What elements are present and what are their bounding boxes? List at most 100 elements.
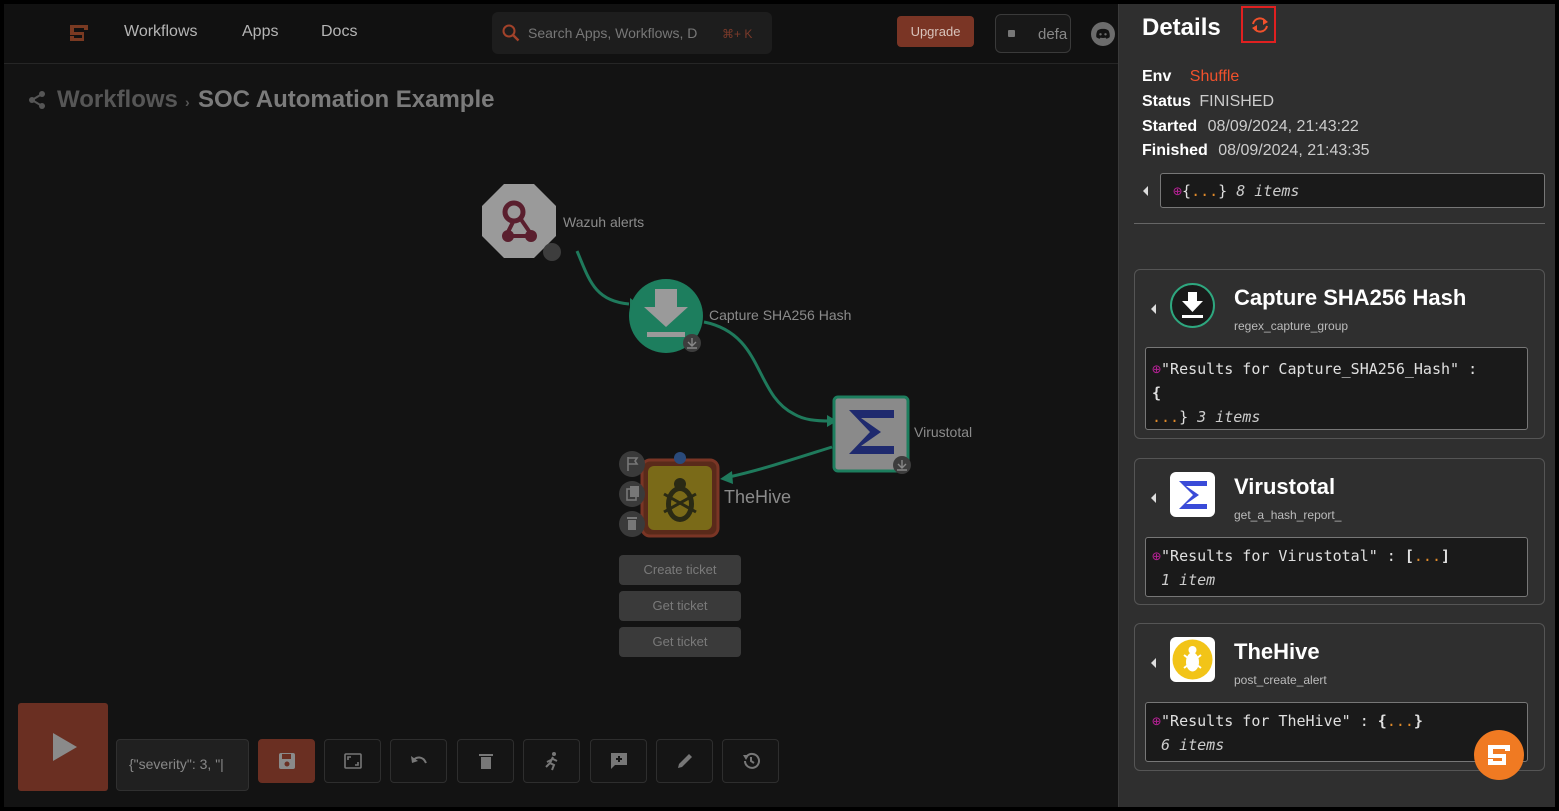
save-button[interactable] [258,739,315,783]
discord-icon[interactable] [1091,22,1115,46]
node-delete-button[interactable] [619,511,645,537]
shuffle-logo-icon [1488,745,1510,765]
sigma-icon [1170,472,1215,517]
trash-icon [627,517,637,530]
help-chat-button[interactable] [1474,730,1524,780]
status-value: FINISHED [1199,93,1275,110]
search-icon [502,24,520,42]
json-key: "Results for Capture_SHA256_Hash" [1161,360,1460,378]
json-item-count: 3 items [1197,408,1261,426]
result-action: regex_capture_group [1234,319,1349,333]
add-icon[interactable]: ⊕ [1152,547,1161,565]
pencil-icon [678,754,692,768]
json-brace-open: { [1182,182,1192,200]
env-label: Env [1142,68,1172,85]
finished-row: Finished 08/09/2024, 21:43:35 [1142,142,1369,160]
status-label: Status [1142,93,1191,110]
result-action: post_create_alert [1234,673,1327,687]
download-icon [1170,283,1215,328]
comment-add-icon [611,753,627,769]
org-icon [1008,30,1015,37]
undo-icon [411,756,427,764]
edge-virustotal-thehive [728,445,833,479]
add-icon[interactable]: ⊕ [1152,712,1161,730]
execution-details-panel: Details Env Shuffle Status FINISHED Star… [1118,4,1555,807]
node-flag-button[interactable] [619,451,645,477]
finished-label: Finished [1142,142,1208,159]
edge-arrow-thehive [720,471,733,484]
rerun-button[interactable] [1241,6,1276,43]
result-action: get_a_hash_report_ [1234,508,1342,522]
node-thehive[interactable] [640,452,720,538]
json-item-count: 1 item [1161,571,1216,589]
node-virustotal[interactable] [832,395,911,474]
create-ticket-button[interactable]: Create ticket [619,555,741,585]
delete-button[interactable] [457,739,514,783]
nav-link-workflows[interactable]: Workflows [124,23,198,41]
test-run-button[interactable] [523,739,580,783]
save-icon [279,753,295,769]
edge-wazuh-capture [575,250,630,306]
json-key: "Results for TheHive" [1161,712,1351,730]
node-copy-button[interactable] [619,481,645,507]
get-ticket-button[interactable]: Get ticket [619,591,741,621]
fit-view-button[interactable] [324,739,381,783]
history-button[interactable] [722,739,779,783]
org-name: defa [1038,26,1068,43]
divider [1134,223,1545,224]
node-label-thehive: TheHive [724,487,792,507]
add-icon[interactable]: ⊕ [1173,182,1182,200]
panel-title: Details [1142,14,1221,41]
nav-link-apps[interactable]: Apps [242,23,278,41]
execution-json-viewer[interactable]: ⊕{...} 8 items [1160,173,1545,208]
started-label: Started [1142,118,1198,135]
status-row: Status FINISHED [1142,93,1274,111]
search-shortcut: ⌘+ K [722,27,753,41]
execution-argument-input[interactable]: {"severity": 3, "| [116,739,249,791]
collapse-caret-icon[interactable] [1151,304,1156,314]
undo-button[interactable] [390,739,447,783]
running-person-icon [545,752,558,771]
add-comment-button[interactable] [590,739,647,783]
fit-screen-icon [344,753,362,769]
result-json-viewer[interactable]: ⊕"Results for TheHive" : {...} 6 items [1145,702,1528,762]
collapse-caret-icon[interactable] [1151,658,1156,668]
env-value[interactable]: Shuffle [1190,68,1240,85]
env-row: Env Shuffle [1142,68,1239,86]
node-wazuh-alerts[interactable] [482,184,561,261]
thehive-bee-icon [1170,637,1215,682]
collapse-caret-icon[interactable] [1151,493,1156,503]
result-title: Capture SHA256 Hash [1234,285,1467,310]
shuffle-logo-icon[interactable] [68,22,90,44]
json-item-count: 6 items [1161,736,1225,754]
result-card-capture-sha256: Capture SHA256 Hash regex_capture_group … [1134,269,1545,439]
copy-icon [626,486,639,501]
workflow-canvas[interactable]: Wazuh alerts Capture SHA256 Hash Virusto… [4,64,1118,807]
app-window: Workflows Apps Docs Search Apps, Workflo… [4,4,1555,807]
upgrade-button[interactable]: Upgrade [897,16,974,47]
result-card-virustotal: Virustotal get_a_hash_report_ ⊕"Results … [1134,458,1545,605]
search-bar[interactable]: Search Apps, Workflows, D ⌘+ K [492,12,772,54]
node-label-wazuh: Wazuh alerts [563,214,645,230]
result-json-viewer[interactable]: ⊕"Results for Virustotal" : [...] 1 item [1145,537,1528,597]
started-row: Started 08/09/2024, 21:43:22 [1142,118,1359,136]
flag-icon [627,457,639,471]
refresh-icon [1252,17,1268,33]
get-ticket-button-2[interactable]: Get ticket [619,627,741,657]
json-item-count: 8 items [1236,182,1300,200]
result-json-viewer[interactable]: ⊕"Results for Capture_SHA256_Hash" : { .… [1145,347,1528,430]
trash-icon [479,754,493,769]
edit-button[interactable] [656,739,713,783]
json-collapsed-dots[interactable]: ... [1191,182,1218,200]
org-selector[interactable]: defa [995,14,1071,53]
json-key: "Results for Virustotal" [1161,547,1378,565]
run-workflow-button[interactable] [18,703,108,791]
play-icon [53,733,77,761]
expand-caret-icon[interactable] [1143,186,1148,196]
nav-link-docs[interactable]: Docs [321,23,357,41]
finished-value: 08/09/2024, 21:43:35 [1218,142,1370,159]
add-icon[interactable]: ⊕ [1152,360,1161,378]
node-capture-sha256[interactable] [629,279,703,353]
edge-capture-virustotal [703,320,831,423]
search-input[interactable]: Search Apps, Workflows, D [528,25,704,41]
